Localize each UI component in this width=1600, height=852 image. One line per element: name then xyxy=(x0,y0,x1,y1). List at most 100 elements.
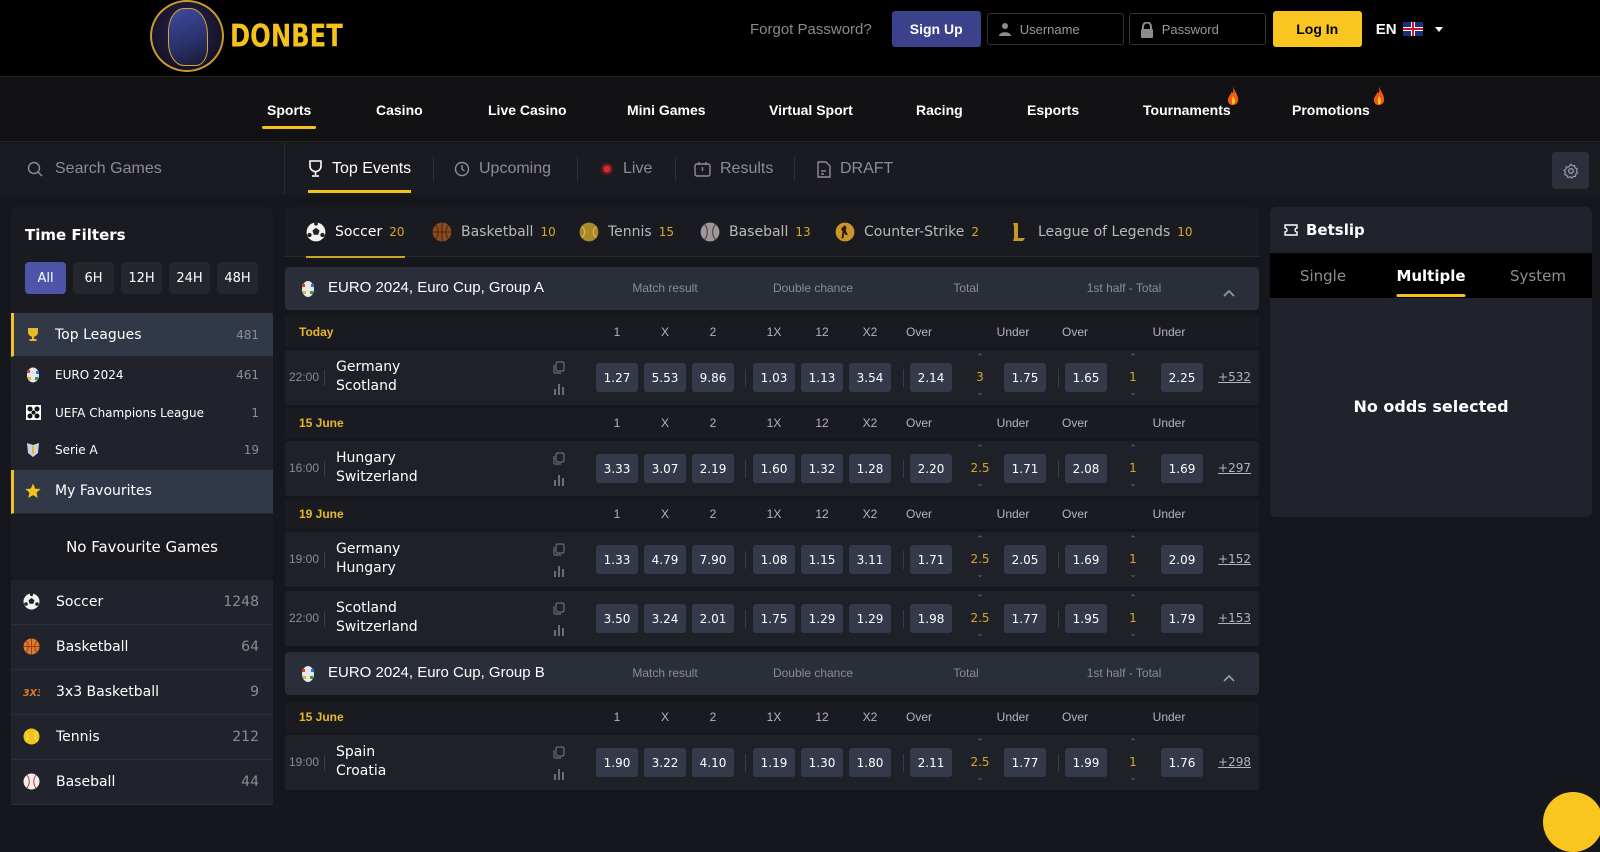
chevron-up-icon[interactable]: ⌃ xyxy=(968,444,992,454)
odds-button[interactable]: 3.33 xyxy=(596,454,638,483)
odds-button[interactable]: 1.30 xyxy=(801,748,843,777)
chevron-up-icon[interactable]: ⌃ xyxy=(968,535,992,545)
odds-button[interactable]: 1.32 xyxy=(801,454,843,483)
odds-button[interactable]: 1.71 xyxy=(1004,454,1046,483)
chat-button[interactable] xyxy=(1543,792,1600,852)
username-field[interactable]: Username xyxy=(986,13,1124,45)
odds-button[interactable]: 1.65 xyxy=(1065,363,1107,392)
odds-button[interactable]: 3.22 xyxy=(644,748,686,777)
league-header[interactable]: EURO 2024, Euro Cup, Group A Match result… xyxy=(285,267,1259,310)
search-games-input[interactable]: Search Games xyxy=(0,143,285,195)
odds-button[interactable]: 1.95 xyxy=(1065,604,1107,633)
odds-button[interactable]: 1.75 xyxy=(753,604,795,633)
odds-button[interactable]: 4.10 xyxy=(692,748,734,777)
odds-button[interactable]: 2.05 xyxy=(1004,545,1046,574)
nav-racing[interactable]: Racing xyxy=(916,102,963,132)
sport-tab-tennis[interactable]: Tennis 15 xyxy=(579,207,674,257)
time-filter-all[interactable]: All xyxy=(25,262,66,294)
odds-button[interactable]: 1.28 xyxy=(849,454,891,483)
stats-icon[interactable] xyxy=(553,621,565,640)
copy-icon[interactable] xyxy=(553,450,565,469)
stats-icon[interactable] xyxy=(553,765,565,784)
league-header[interactable]: EURO 2024, Euro Cup, Group B Match result… xyxy=(285,652,1259,695)
stats-icon[interactable] xyxy=(553,471,565,490)
time-filter-48h[interactable]: 48H xyxy=(217,262,258,294)
chevron-down-icon[interactable]: ⌄ xyxy=(968,773,992,783)
sidebar-sport-soccer[interactable]: Soccer 1248 xyxy=(11,579,273,625)
odds-button[interactable]: 3.07 xyxy=(644,454,686,483)
settings-button[interactable] xyxy=(1552,152,1589,189)
chevron-up-icon[interactable]: ⌃ xyxy=(1121,594,1145,604)
odds-button[interactable]: 1.29 xyxy=(801,604,843,633)
chevron-down-icon[interactable]: ⌄ xyxy=(968,388,992,398)
betslip-tab-multiple[interactable]: Multiple xyxy=(1396,253,1466,298)
more-markets-link[interactable]: +152 xyxy=(1218,552,1251,566)
home-team[interactable]: Scotland xyxy=(336,600,397,616)
nav-live-casino[interactable]: Live Casino xyxy=(488,102,567,132)
time-filter-6h[interactable]: 6H xyxy=(73,262,114,294)
language-selector[interactable]: EN xyxy=(1376,21,1443,38)
sidebar-item-champions-league[interactable]: UEFA Champions League 1 xyxy=(11,394,273,432)
odds-button[interactable]: 4.79 xyxy=(644,545,686,574)
chevron-down-icon[interactable]: ⌄ xyxy=(968,629,992,639)
match-row[interactable]: 22:00 Scotland Switzerland 3.50 3.24 2.01 1.75… xyxy=(285,591,1259,646)
chevron-up-icon[interactable]: ⌃ xyxy=(1121,535,1145,545)
sidebar-sport-tennis[interactable]: Tennis 212 xyxy=(11,714,273,760)
home-team[interactable]: Hungary xyxy=(336,450,396,466)
odds-button[interactable]: 1.75 xyxy=(1004,363,1046,392)
away-team[interactable]: Croatia xyxy=(336,763,386,779)
nav-casino[interactable]: Casino xyxy=(376,102,423,132)
chevron-up-icon[interactable]: ⌃ xyxy=(968,594,992,604)
copy-icon[interactable] xyxy=(553,600,565,619)
away-team[interactable]: Scotland xyxy=(336,378,397,394)
odds-button[interactable]: 1.33 xyxy=(596,545,638,574)
more-markets-link[interactable]: +532 xyxy=(1218,370,1251,384)
odds-button[interactable]: 1.13 xyxy=(801,363,843,392)
chevron-down-icon[interactable]: ⌄ xyxy=(1121,479,1145,489)
sport-tab-counter-strike[interactable]: Counter-Strike 2 xyxy=(835,207,979,257)
nav-esports[interactable]: Esports xyxy=(1027,102,1079,132)
odds-button[interactable]: 1.76 xyxy=(1161,748,1203,777)
odds-button[interactable]: 1.08 xyxy=(753,545,795,574)
chevron-down-icon[interactable]: ⌄ xyxy=(968,570,992,580)
away-team[interactable]: Hungary xyxy=(336,560,396,576)
odds-button[interactable]: 1.69 xyxy=(1065,545,1107,574)
odds-button[interactable]: 2.08 xyxy=(1065,454,1107,483)
tab-live[interactable]: Live xyxy=(600,143,652,195)
tab-top-events[interactable]: Top Events xyxy=(308,143,412,195)
tab-draft[interactable]: DRAFT xyxy=(816,143,893,195)
odds-button[interactable]: 5.53 xyxy=(644,363,686,392)
home-team[interactable]: Spain xyxy=(336,744,375,760)
match-row[interactable]: 19:00 Germany Hungary 1.33 4.79 7.90 1.08 1.15 3… xyxy=(285,532,1259,587)
nav-virtual-sport[interactable]: Virtual Sport xyxy=(769,102,853,132)
odds-button[interactable]: 1.98 xyxy=(910,604,952,633)
chevron-up-icon[interactable] xyxy=(1223,282,1235,301)
nav-tournaments[interactable]: Tournaments xyxy=(1143,86,1239,132)
chevron-down-icon[interactable]: ⌄ xyxy=(1121,570,1145,580)
tab-upcoming[interactable]: Upcoming xyxy=(454,143,551,195)
chevron-up-icon[interactable]: ⌃ xyxy=(1121,353,1145,363)
sidebar-item-my-favourites[interactable]: My Favourites xyxy=(11,469,273,514)
chevron-up-icon[interactable]: ⌃ xyxy=(1121,738,1145,748)
home-team[interactable]: Germany xyxy=(336,359,400,375)
chevron-down-icon[interactable]: ⌄ xyxy=(1121,629,1145,639)
away-team[interactable]: Switzerland xyxy=(336,619,418,635)
odds-button[interactable]: 3.24 xyxy=(644,604,686,633)
copy-icon[interactable] xyxy=(553,541,565,560)
sidebar-item-top-leagues[interactable]: Top Leagues 481 xyxy=(11,313,273,357)
time-filter-12h[interactable]: 12H xyxy=(121,262,162,294)
match-row[interactable]: 16:00 Hungary Switzerland 3.33 3.07 2.19 1.60 1… xyxy=(285,441,1259,496)
chevron-down-icon[interactable]: ⌄ xyxy=(1121,773,1145,783)
match-row[interactable]: 19:00 Spain Croatia 1.90 3.22 4.10 1.19 1.30 1.8… xyxy=(285,735,1259,790)
odds-button[interactable]: 1.15 xyxy=(801,545,843,574)
odds-button[interactable]: 2.11 xyxy=(910,748,952,777)
more-markets-link[interactable]: +298 xyxy=(1218,755,1251,769)
chevron-down-icon[interactable]: ⌄ xyxy=(968,479,992,489)
sport-tab-soccer[interactable]: Soccer 20 xyxy=(306,207,405,258)
forgot-password-link[interactable]: Forgot Password? xyxy=(750,21,872,38)
chevron-up-icon[interactable] xyxy=(1223,667,1235,686)
more-markets-link[interactable]: +153 xyxy=(1218,611,1251,625)
chevron-up-icon[interactable]: ⌃ xyxy=(968,738,992,748)
odds-button[interactable]: 1.99 xyxy=(1065,748,1107,777)
chevron-down-icon[interactable]: ⌄ xyxy=(1121,388,1145,398)
